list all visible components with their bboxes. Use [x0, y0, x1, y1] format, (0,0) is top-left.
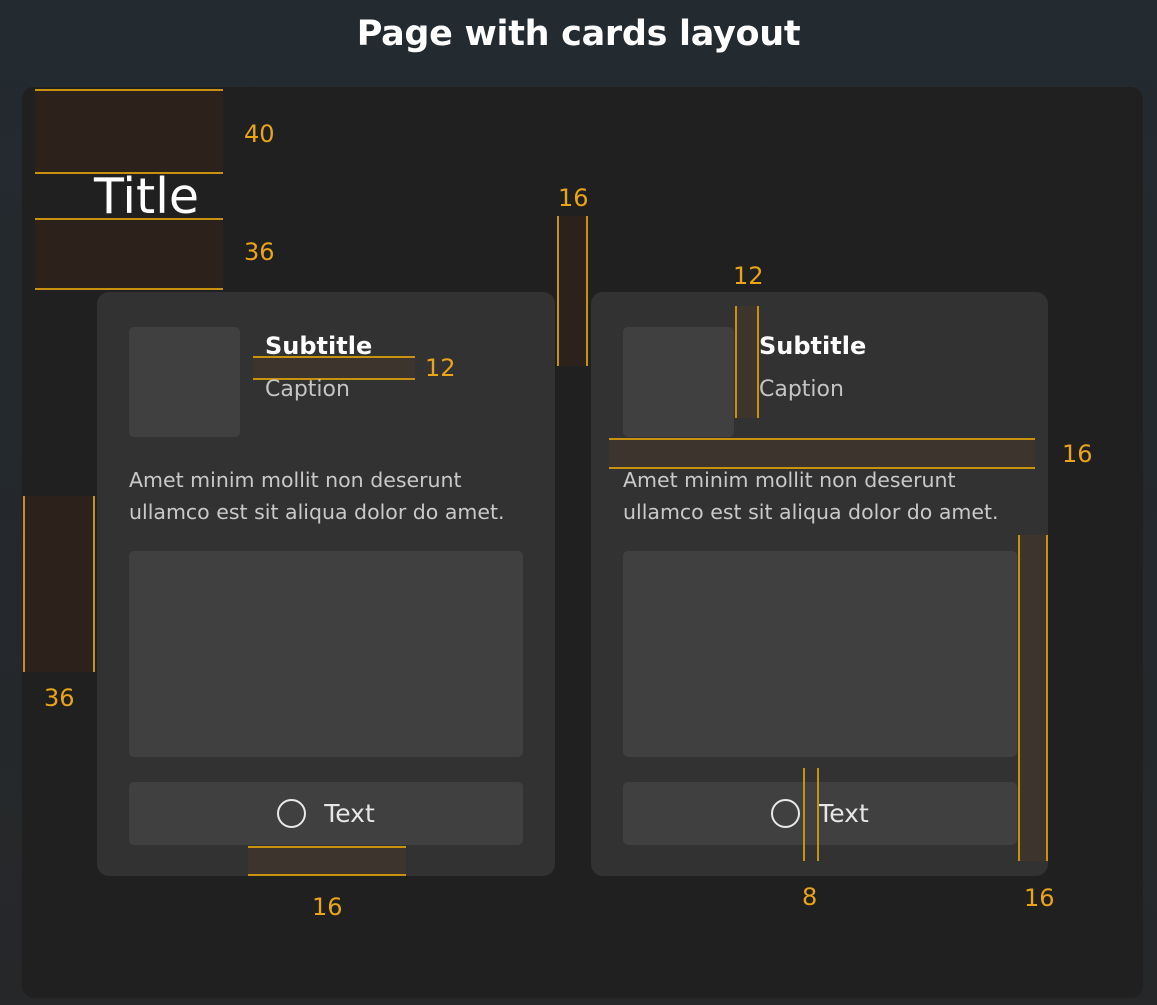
card-2-image-placeholder [623, 327, 734, 437]
card-gap-line-left [557, 216, 559, 366]
card-2-icon-text-gap-region [736, 306, 758, 418]
page-title: Title [94, 168, 200, 225]
card-2-button-icon-gap-line-right [817, 768, 819, 861]
card-2-button-label: Text [818, 799, 869, 828]
card-2-button[interactable]: Text [623, 782, 1017, 845]
card-2-body-text: Amet minim mollit non deserunt ullamco e… [623, 468, 999, 524]
card-1-media-placeholder [129, 551, 523, 757]
left-margin-label: 36 [44, 684, 75, 712]
card-2-media-placeholder [623, 551, 1017, 757]
card-2-header-gap-line-top [609, 438, 1035, 440]
card-1-button-label: Text [324, 799, 375, 828]
card-2-button-icon-gap-line-left [803, 768, 805, 861]
card-2-header-gap-label: 16 [1062, 440, 1093, 468]
card-1-bottom-padding-region [248, 847, 406, 875]
card-1-text-gap-line-top [253, 356, 415, 358]
title-bottom-margin-line-top [35, 218, 223, 220]
card-2-icon-text-gap-line-right [757, 306, 759, 418]
title-top-margin-line-top [35, 89, 223, 91]
card-gap-line-right [586, 216, 588, 366]
left-margin-line-right [93, 496, 95, 672]
card-2-right-padding-line-left [1018, 535, 1020, 861]
title-bottom-margin-line-bottom [35, 288, 223, 290]
card-1-subtitle: Subtitle [265, 332, 373, 360]
card-gap-label: 16 [558, 184, 589, 212]
circle-icon [771, 799, 801, 828]
left-margin-region [24, 496, 95, 672]
card-1-bottom-padding-line-top [248, 846, 406, 848]
card-2-icon-text-gap-line-left [735, 306, 737, 418]
card-1-image-placeholder [129, 327, 240, 437]
card-1-bottom-padding-line-bottom [248, 874, 406, 876]
title-bottom-margin-region [35, 219, 223, 289]
card-1-button[interactable]: Text [129, 782, 523, 845]
card-2-subtitle: Subtitle [759, 332, 867, 360]
circle-icon [277, 799, 307, 828]
card-2-right-padding-region [1019, 535, 1047, 861]
card-2-button-icon-gap-label: 8 [802, 883, 818, 911]
card-1-bottom-padding-label: 16 [312, 893, 343, 921]
card-2-caption: Caption [759, 377, 844, 402]
card-1-caption: Caption [265, 377, 350, 402]
left-margin-line-left [23, 496, 25, 672]
card-2-right-padding-line-right [1046, 535, 1048, 861]
title-top-margin-label: 40 [244, 120, 275, 148]
card-1-body-text: Amet minim mollit non deserunt ullamco e… [129, 468, 505, 524]
diagram-heading: Page with cards layout [356, 14, 801, 54]
card-1-text-gap-label: 12 [425, 354, 456, 382]
card-gap-region [558, 216, 588, 366]
title-top-margin-region [35, 90, 223, 173]
card-1-text-gap-region [253, 357, 415, 379]
title-bottom-margin-label: 36 [244, 238, 275, 266]
card-2-icon-text-gap-label: 12 [733, 262, 764, 290]
card-2-right-padding-label: 16 [1024, 884, 1055, 912]
